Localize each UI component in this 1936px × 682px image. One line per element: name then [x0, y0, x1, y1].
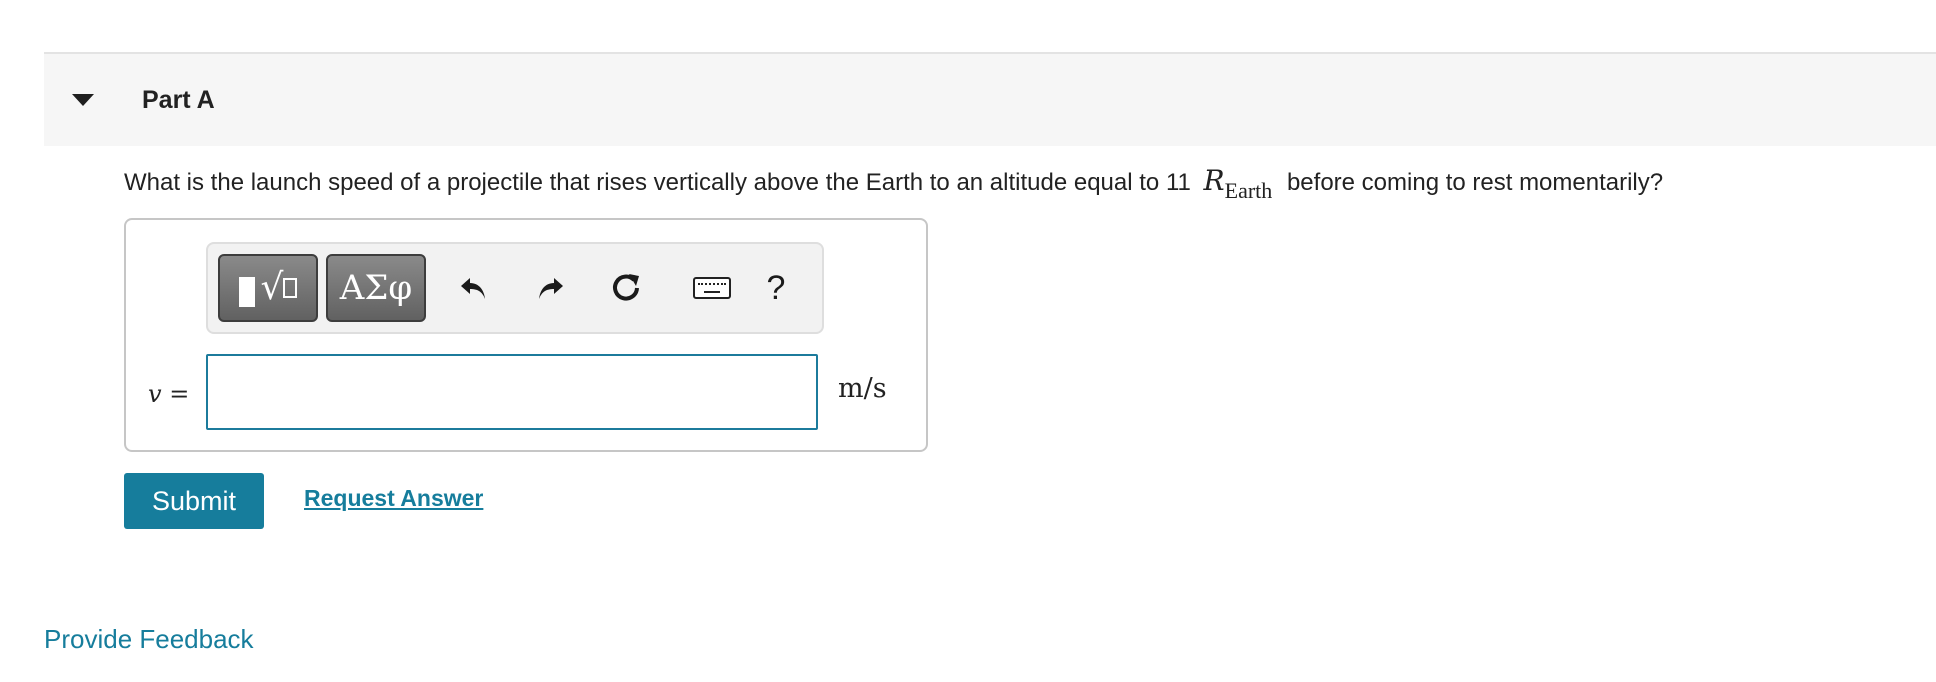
redo-icon[interactable]	[524, 258, 576, 318]
collapse-caret-icon[interactable]	[72, 94, 94, 106]
answer-box: √ ΑΣφ ? v = m/s	[124, 218, 928, 452]
math-symbol: R	[1203, 164, 1225, 197]
variable-label: v =	[148, 380, 189, 408]
reset-icon[interactable]	[600, 258, 652, 318]
templates-sqrt-icon[interactable]: √	[218, 254, 318, 322]
math-subscript: Earth	[1224, 178, 1273, 203]
part-header[interactable]: Part A	[44, 54, 1936, 146]
question-text-before: What is the launch speed of a projectile…	[124, 169, 1191, 196]
unit-label: m/s	[838, 373, 887, 404]
request-answer-link[interactable]: Request Answer	[304, 485, 483, 512]
page: Part A What is the launch speed of a pro…	[0, 0, 1936, 682]
question-text: What is the launch speed of a projectile…	[124, 164, 1664, 203]
sqrt-glyph: √	[260, 267, 284, 308]
answer-input[interactable]	[206, 354, 818, 430]
template-block	[238, 277, 255, 307]
part-title: Part A	[142, 85, 215, 114]
question-text-after: before coming to rest momentarily?	[1286, 169, 1664, 196]
keyboard-icon[interactable]	[686, 258, 738, 318]
greek-symbols-button[interactable]: ΑΣφ	[326, 254, 426, 322]
provide-feedback-link[interactable]: Provide Feedback	[44, 624, 254, 655]
equals-sign: =	[169, 380, 190, 408]
undo-icon[interactable]	[448, 258, 500, 318]
keyboard-glyph	[693, 277, 731, 299]
variable-symbol: v	[148, 380, 162, 408]
help-icon[interactable]: ?	[750, 258, 802, 318]
submit-button[interactable]: Submit	[124, 473, 264, 529]
math-toolbar: √ ΑΣφ ?	[206, 242, 824, 334]
template-box	[283, 278, 298, 298]
